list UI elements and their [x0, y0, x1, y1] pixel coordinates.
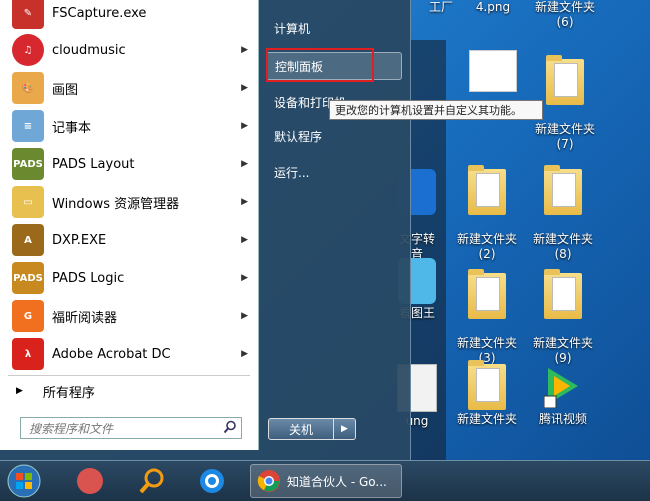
program-notepad[interactable]: ≡ 记事本 ▶ [0, 107, 258, 145]
folder-icon [468, 165, 506, 215]
pads-logic-icon: PADS [12, 262, 44, 294]
shutdown-button[interactable]: 关机 [268, 418, 334, 440]
desktop-folder-7[interactable]: 新建文件夹 (7) [528, 44, 602, 152]
menu-default-programs[interactable]: 默认程序 [266, 122, 402, 150]
all-programs[interactable]: ▶ 所有程序 [0, 380, 258, 402]
program-windows-explorer[interactable]: ▭ Windows 资源管理器 ▶ [0, 183, 258, 221]
submenu-arrow-icon[interactable]: ▶ [241, 45, 248, 55]
shutdown-options-button[interactable]: ▶ [334, 418, 356, 440]
taskbar-fscapture[interactable] [70, 464, 110, 498]
desktop-label-png[interactable]: 4.png [456, 0, 530, 15]
highlight-box [266, 48, 374, 82]
search-icon[interactable] [223, 420, 237, 437]
fscapture-icon: ✎ [12, 0, 44, 29]
program-adobe-acrobat[interactable]: λ Adobe Acrobat DC ▶ [0, 335, 258, 373]
submenu-arrow-icon[interactable]: ▶ [241, 197, 248, 207]
chrome-icon [257, 470, 280, 492]
tooltip: 更改您的计算机设置并自定义其功能。 [329, 100, 543, 120]
program-pads-logic[interactable]: PADS PADS Logic ▶ [0, 259, 258, 297]
submenu-arrow-icon[interactable]: ▶ [241, 311, 248, 321]
dxp-icon: A [12, 224, 44, 256]
magnifier-icon [139, 468, 164, 494]
desktop-folder[interactable]: 新建文件夹 [450, 360, 524, 427]
start-menu: ✎ FSCapture.exe ♫ cloudmusic ▶ 🎨 画图 ▶ ≡ … [0, 0, 411, 460]
submenu-arrow-icon[interactable]: ▶ [241, 83, 248, 93]
taskbar-browser[interactable] [192, 464, 232, 498]
desktop-folder-8[interactable]: 新建文件夹 (8) [526, 154, 600, 262]
foxit-icon: G [12, 300, 44, 332]
program-cloudmusic[interactable]: ♫ cloudmusic ▶ [0, 31, 258, 69]
submenu-arrow-icon[interactable]: ▶ [241, 121, 248, 131]
menu-divider [8, 375, 250, 376]
submenu-arrow-icon[interactable]: ▶ [241, 235, 248, 245]
start-menu-programs-pane: ✎ FSCapture.exe ♫ cloudmusic ▶ 🎨 画图 ▶ ≡ … [0, 0, 259, 450]
taskbar: 知道合伙人 - Go... [0, 460, 650, 501]
menu-run[interactable]: 运行... [266, 158, 402, 186]
browser-icon [200, 469, 224, 493]
taskbar-search-app[interactable] [132, 464, 172, 498]
program-paint[interactable]: 🎨 画图 ▶ [0, 69, 258, 107]
paint-icon: 🎨 [12, 72, 44, 104]
fscapture-icon [77, 468, 103, 494]
folder-icon [544, 165, 582, 215]
windows-logo-icon [7, 464, 41, 498]
program-dxp[interactable]: A DXP.EXE ▶ [0, 221, 258, 259]
arrow-right-icon: ▶ [16, 386, 23, 396]
folder-icon [468, 360, 506, 410]
notepad-icon: ≡ [12, 110, 44, 142]
start-button[interactable] [4, 464, 44, 498]
folder-icon [544, 269, 582, 319]
image-icon [469, 50, 517, 92]
program-fscapture[interactable]: ✎ FSCapture.exe [0, 0, 258, 32]
submenu-arrow-icon[interactable]: ▶ [241, 349, 248, 359]
desktop-folder-9[interactable]: 新建文件夹 (9) [526, 258, 600, 366]
desktop-folder-2[interactable]: 新建文件夹 (2) [450, 154, 524, 262]
search-input[interactable]: 搜索程序和文件 [20, 417, 242, 439]
desktop-tencent-video[interactable]: 腾讯视频 [526, 364, 600, 427]
submenu-arrow-icon[interactable]: ▶ [241, 159, 248, 169]
program-pads-layout[interactable]: PADS PADS Layout ▶ [0, 145, 258, 183]
desktop-image-thumb[interactable] [456, 50, 530, 94]
pads-layout-icon: PADS [12, 148, 44, 180]
program-foxit-reader[interactable]: G 福昕阅读器 ▶ [0, 297, 258, 335]
folder-icon [468, 269, 506, 319]
submenu-arrow-icon[interactable]: ▶ [241, 273, 248, 283]
taskbar-chrome-window[interactable]: 知道合伙人 - Go... [250, 464, 402, 498]
desktop-folder-3[interactable]: 新建文件夹 (3) [450, 258, 524, 366]
desktop-folder-6[interactable]: 新建文件夹 (6) [528, 0, 602, 30]
acrobat-icon: λ [12, 338, 44, 370]
cloudmusic-icon: ♫ [12, 34, 44, 66]
menu-computer[interactable]: 计算机 [266, 14, 402, 42]
tencent-video-icon [543, 364, 582, 410]
folder-icon [546, 55, 584, 105]
explorer-icon: ▭ [12, 186, 44, 218]
